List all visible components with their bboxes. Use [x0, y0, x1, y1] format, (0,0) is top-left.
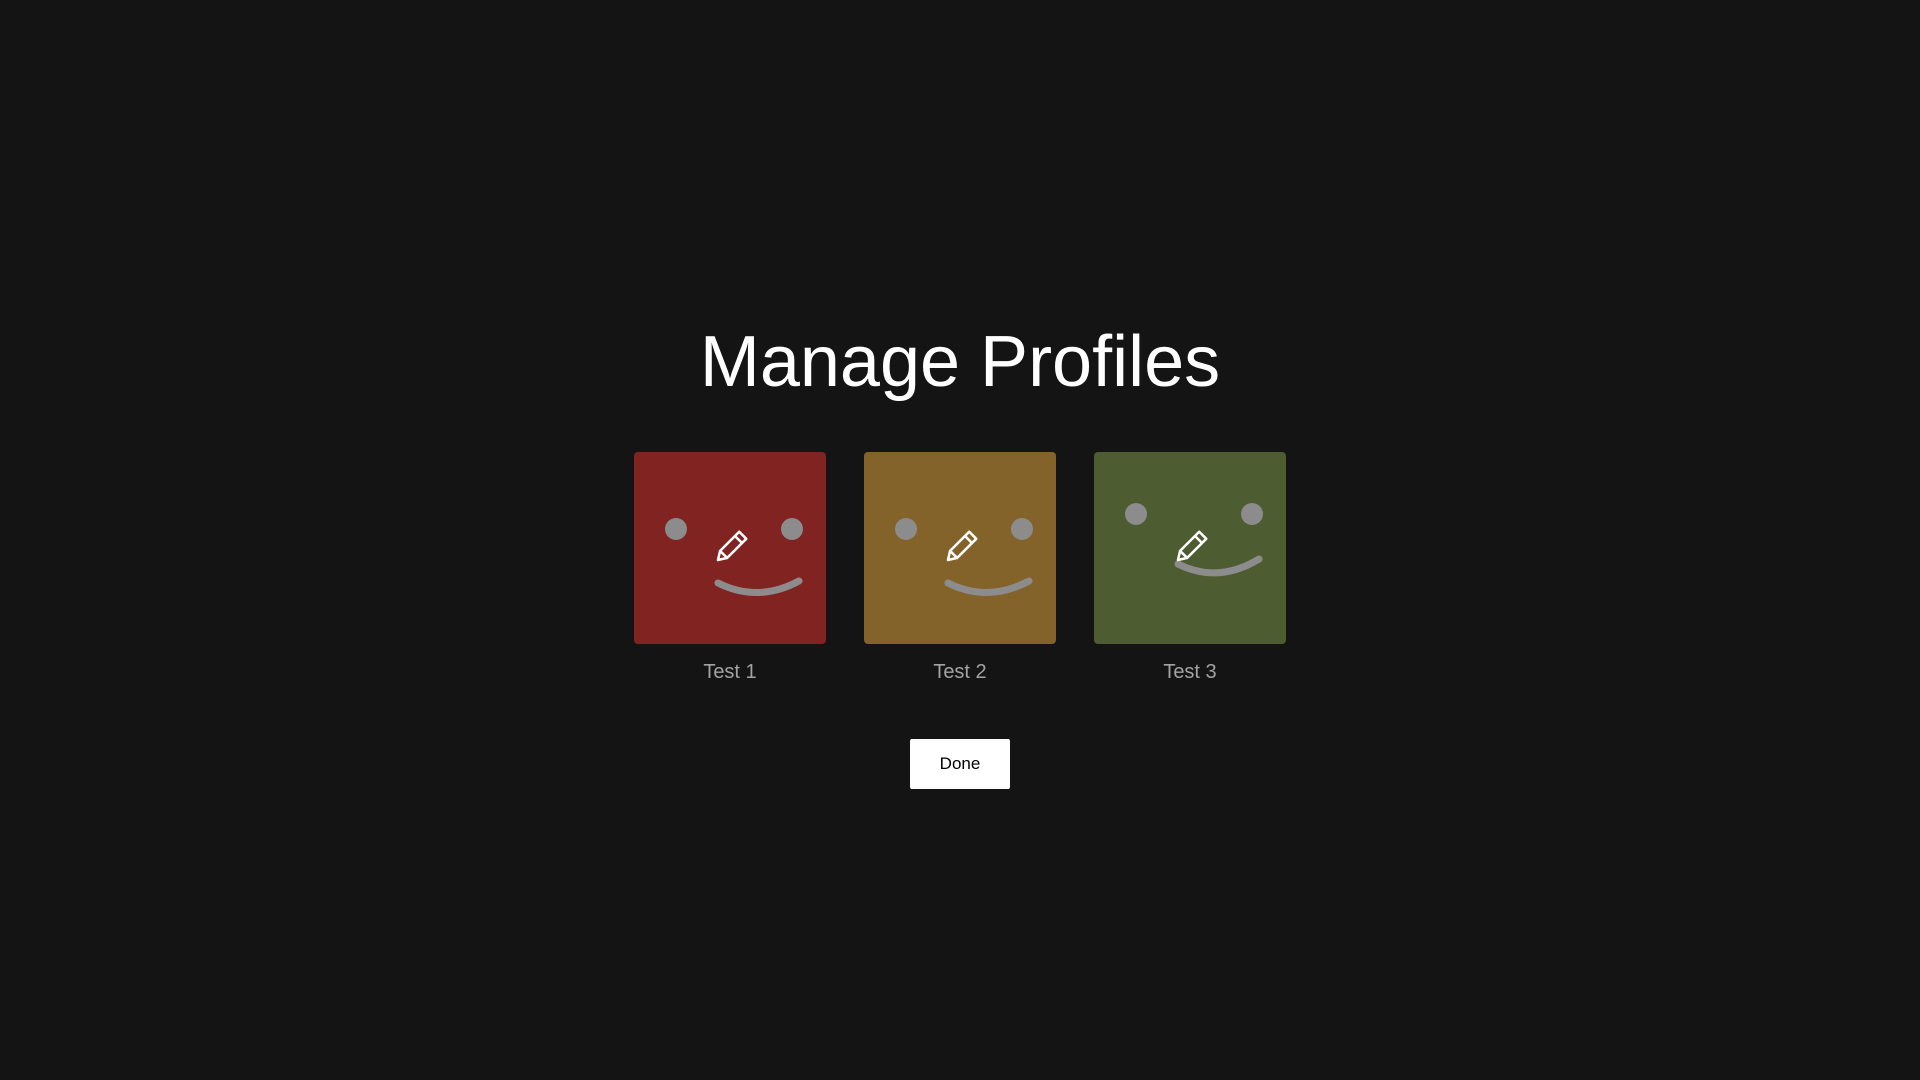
- done-button[interactable]: Done: [910, 739, 1010, 789]
- edit-overlay[interactable]: [1094, 452, 1286, 644]
- profile-name: Test 2: [933, 661, 987, 683]
- page-title: Manage Profiles: [699, 322, 1221, 402]
- profile-avatar[interactable]: [864, 452, 1056, 644]
- profile-card-2[interactable]: Test 2: [864, 452, 1056, 684]
- edit-overlay[interactable]: [634, 452, 826, 644]
- profile-name: Test 3: [1163, 661, 1217, 683]
- pencil-icon: [1176, 530, 1208, 562]
- manage-profiles-page: Manage Profiles Test 1 Test 2 Test 3 Don…: [0, 0, 1920, 1080]
- pencil-icon: [716, 530, 748, 562]
- pencil-icon: [946, 530, 978, 562]
- profile-avatar[interactable]: [1094, 452, 1286, 644]
- edit-overlay[interactable]: [864, 452, 1056, 644]
- profile-avatar[interactable]: [634, 452, 826, 644]
- profile-list: Test 1 Test 2 Test 3: [634, 452, 1286, 684]
- profile-name: Test 1: [703, 661, 757, 683]
- profile-card-1[interactable]: Test 1: [634, 452, 826, 684]
- profile-card-3[interactable]: Test 3: [1094, 452, 1286, 684]
